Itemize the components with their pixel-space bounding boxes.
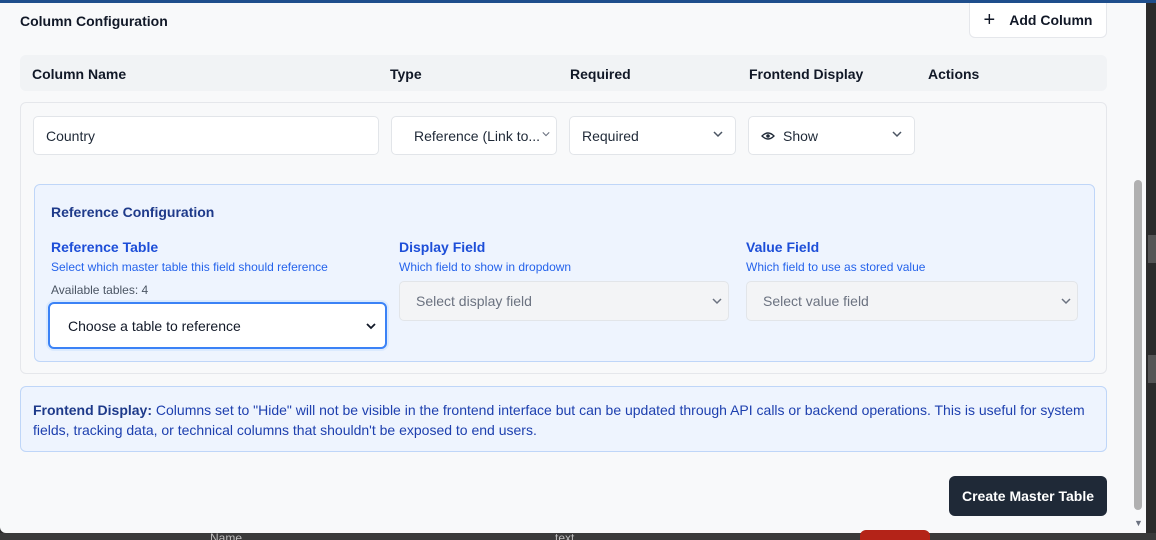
chevron-down-icon xyxy=(366,323,376,330)
frontend-display-select[interactable]: Show xyxy=(748,116,915,155)
reference-table-select[interactable]: Choose a table to reference xyxy=(48,302,387,349)
chevron-down-icon xyxy=(713,131,723,138)
column-name-input[interactable]: Country xyxy=(33,116,379,155)
info-bold-label: Frontend Display: xyxy=(33,402,153,418)
reference-config-title: Reference Configuration xyxy=(51,204,215,220)
add-column-button[interactable]: + Add Column xyxy=(969,3,1107,38)
chevron-down-icon xyxy=(542,132,550,137)
display-field-select[interactable]: Select display field xyxy=(399,281,729,321)
value-field-select[interactable]: Select value field xyxy=(746,281,1078,321)
scroll-down-arrow-icon[interactable]: ▼ xyxy=(1134,518,1143,528)
header-frontend-display: Frontend Display xyxy=(749,66,864,82)
value-field-hint: Which field to use as stored value xyxy=(746,260,926,274)
value-field-label: Value Field xyxy=(746,239,820,255)
reference-table-hint: Select which master table this field sho… xyxy=(51,260,328,274)
header-required: Required xyxy=(570,66,631,82)
chevron-down-icon xyxy=(712,298,722,305)
backdrop-fragment xyxy=(1148,355,1156,383)
section-title: Column Configuration xyxy=(20,13,168,29)
available-tables-count: Available tables: 4 xyxy=(51,283,149,297)
chevron-down-icon xyxy=(1061,298,1071,305)
add-column-label: Add Column xyxy=(1009,12,1093,28)
chevron-down-icon xyxy=(892,131,902,138)
backdrop-text: Name xyxy=(210,531,243,540)
reference-table-placeholder: Choose a table to reference xyxy=(68,317,241,334)
display-field-placeholder: Select display field xyxy=(416,293,532,309)
info-text: Columns set to "Hide" will not be visibl… xyxy=(33,402,1085,438)
value-field-placeholder: Select value field xyxy=(763,293,869,309)
type-value: Reference (Link to... xyxy=(414,127,541,144)
required-value: Required xyxy=(582,127,639,144)
backdrop-badge xyxy=(860,530,930,540)
scrollbar-thumb[interactable] xyxy=(1134,180,1142,510)
header-column-name: Column Name xyxy=(32,66,127,82)
backdrop-text: text xyxy=(555,531,575,540)
header-type: Type xyxy=(390,66,422,82)
required-select[interactable]: Required xyxy=(569,116,736,155)
plus-icon: + xyxy=(983,9,996,31)
modal-dialog: Column Configuration + Add Column Column… xyxy=(0,3,1146,533)
column-header-row: Column Name Type Required Frontend Displ… xyxy=(20,55,1107,91)
frontend-display-info: Frontend Display: Columns set to "Hide" … xyxy=(20,386,1107,452)
backdrop-fragment xyxy=(1148,235,1156,263)
column-row: Country Reference (Link to... Required S… xyxy=(20,102,1107,374)
display-value: Show xyxy=(783,127,819,144)
display-field-hint: Which field to show in dropdown xyxy=(399,260,572,274)
column-name-value: Country xyxy=(46,127,96,144)
header-actions: Actions xyxy=(928,66,980,82)
display-field-label: Display Field xyxy=(399,239,486,255)
type-select[interactable]: Reference (Link to... xyxy=(391,116,557,155)
reference-table-label: Reference Table xyxy=(51,239,159,255)
reference-configuration-panel: Reference Configuration Reference Table … xyxy=(34,184,1095,362)
backdrop-table: Name text xyxy=(0,531,1156,540)
eye-icon xyxy=(761,131,775,140)
backdrop-edge xyxy=(1146,3,1156,533)
create-master-table-button[interactable]: Create Master Table xyxy=(949,476,1107,516)
